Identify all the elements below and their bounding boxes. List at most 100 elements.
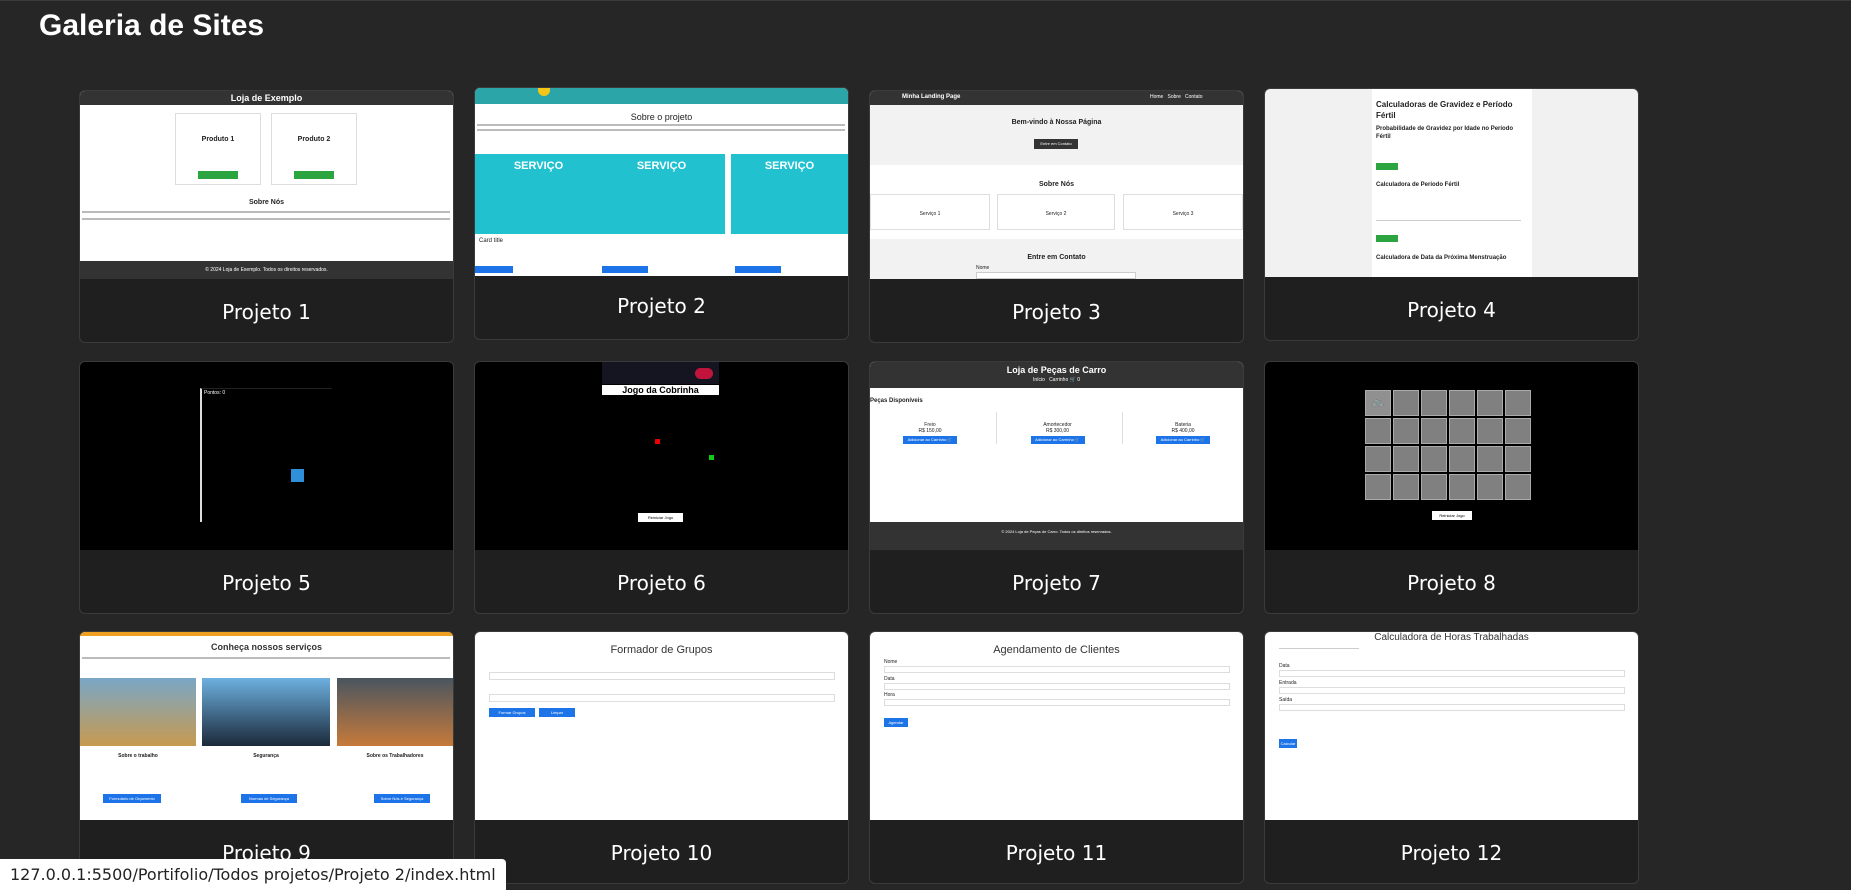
project-card-6[interactable]: Jogo da Cobrinha Reiniciar Jogo Projeto … <box>474 361 849 614</box>
thumb3-field: Nome <box>976 265 990 271</box>
project-card-3[interactable]: Minha Landing Page Home Sobre Contato Be… <box>869 90 1244 343</box>
thumb12-label-3: Saída <box>1279 697 1293 703</box>
memory-card <box>1365 474 1391 500</box>
project-card-12[interactable]: Calculadora de Horas Trabalhadas Data En… <box>1264 631 1639 884</box>
thumb2-tile-3: SERVIÇO <box>731 154 848 234</box>
project-title-8[interactable]: Projeto 8 <box>1265 550 1638 613</box>
thumb3-cta: Entre em Contato <box>1034 139 1078 149</box>
project-title-3[interactable]: Projeto 3 <box>870 279 1243 342</box>
memory-card <box>1505 390 1531 416</box>
thumb1-product-1: Produto 1 <box>201 136 235 143</box>
project-card-9[interactable]: Conheça nossos serviços Sobre o trabalho… <box>79 631 454 884</box>
project-card-11[interactable]: Agendamento de Clientes Nome Data Hora A… <box>869 631 1244 884</box>
memory-card <box>1421 446 1447 472</box>
thumb4-section-3: Calculadora de Data da Próxima Menstruaç… <box>1376 255 1507 261</box>
thumb7-add-1: Adicionar ao Carrinho 🛒 <box>903 436 957 444</box>
page-title: Galeria de Sites <box>39 9 265 42</box>
memory-card <box>1505 474 1531 500</box>
thumb7-heading: Peças Disponíveis <box>870 398 923 404</box>
project-title-5[interactable]: Projeto 5 <box>80 550 453 613</box>
thumb3-service-1: Serviço 1 <box>870 194 990 230</box>
project-title-1[interactable]: Projeto 1 <box>80 279 453 342</box>
memory-card <box>1477 390 1503 416</box>
project-thumbnail-12: Calculadora de Horas Trabalhadas Data En… <box>1265 632 1638 820</box>
top-border <box>0 0 1851 1</box>
project-title-7[interactable]: Projeto 7 <box>870 550 1243 613</box>
thumb12-label-2: Entrada <box>1279 680 1297 686</box>
thumb4-section-2: Calculadora de Período Fértil <box>1376 182 1460 188</box>
project-title-6[interactable]: Projeto 6 <box>475 550 848 613</box>
thumb9-item-1: Sobre o trabalho <box>118 753 158 759</box>
project-card-2[interactable]: Sobre o projeto SERVIÇO SERVIÇO SERVIÇO … <box>474 87 849 340</box>
project-card-10[interactable]: Formador de Grupos Formar Grupos Limpar … <box>474 631 849 884</box>
memory-card <box>1421 418 1447 444</box>
memory-card <box>1365 446 1391 472</box>
thumb11-label-1: Nome <box>884 659 898 665</box>
thumb7-title: Loja de Peças de Carro <box>1006 365 1107 375</box>
thumb6-title: Jogo da Cobrinha <box>602 385 719 395</box>
memory-card <box>1365 418 1391 444</box>
memory-grid: 🚲 <box>1365 390 1539 504</box>
memory-card <box>1421 390 1447 416</box>
project-thumbnail-7: Loja de Peças de Carro Início Carrinho 🛒… <box>870 362 1243 550</box>
thumb12-btn: Calcular <box>1279 739 1297 748</box>
thumb5-score: Pontos: 0 <box>204 390 226 396</box>
thumb3-service-3: Serviço 3 <box>1123 194 1243 230</box>
thumb1-title: Loja de Exemplo <box>230 93 303 103</box>
project-card-4[interactable]: Calculadoras de Gravidez e Período Férti… <box>1264 88 1639 341</box>
thumb1-product-2: Produto 2 <box>297 136 331 143</box>
thumb10-btn-2: Limpar <box>539 708 575 717</box>
thumb10-btn-1: Formar Grupos <box>489 708 535 717</box>
thumb8-button: Reiniciar Jogo <box>1432 511 1472 520</box>
thumb3-nav-about: Sobre <box>1167 94 1181 100</box>
thumb2-tile-2: SERVIÇO <box>598 154 725 234</box>
memory-card <box>1505 446 1531 472</box>
thumb6-button: Reiniciar Jogo <box>638 513 683 522</box>
thumb3-contact: Entre em Contato <box>1027 254 1086 261</box>
memory-card <box>1477 418 1503 444</box>
thumb11-title: Agendamento de Clientes <box>993 644 1120 656</box>
project-title-2[interactable]: Projeto 2 <box>475 273 848 336</box>
project-thumbnail-3: Minha Landing Page Home Sobre Contato Be… <box>870 91 1243 279</box>
thumb9-item-2: Segurança <box>253 753 279 759</box>
thumb10-title: Formador de Grupos <box>610 644 713 656</box>
project-card-5[interactable]: Pontos: 0 Projeto 5 <box>79 361 454 614</box>
thumb3-nav-contact: Contato <box>1185 94 1203 100</box>
project-thumbnail-4: Calculadoras de Gravidez e Período Férti… <box>1265 89 1638 277</box>
thumb12-title: Calculadora de Horas Trabalhadas <box>1374 632 1529 643</box>
memory-card <box>1393 446 1419 472</box>
project-card-7[interactable]: Loja de Peças de Carro Início Carrinho 🛒… <box>869 361 1244 614</box>
thumb9-item-3: Sobre os Trabalhadores <box>366 753 424 759</box>
thumb1-about: Sobre Nós <box>248 199 284 206</box>
project-title-10[interactable]: Projeto 10 <box>475 820 848 883</box>
thumb9-btn-3: Sobre Nós e Segurança <box>374 794 430 803</box>
thumb1-footer: © 2024 Loja de Exemplo. Todos os direito… <box>80 261 453 279</box>
thumb3-service-2: Serviço 2 <box>997 194 1115 230</box>
thumb9-title: Conheça nossos serviços <box>210 642 323 652</box>
thumb7-item-3-price: R$ 400,00 <box>1171 428 1195 434</box>
thumb11-label-3: Hora <box>884 692 895 698</box>
memory-card <box>1477 474 1503 500</box>
memory-card <box>1449 446 1475 472</box>
project-thumbnail-1: Loja de Exemplo Produto 1 Produto 2 Sobr… <box>80 91 453 279</box>
project-thumbnail-8: 🚲 Reiniciar Jogo <box>1265 362 1638 550</box>
thumb9-btn-1: Formulário de Orçamento <box>103 794 161 803</box>
project-title-4[interactable]: Projeto 4 <box>1265 277 1638 340</box>
project-title-12[interactable]: Projeto 12 <box>1265 820 1638 883</box>
thumb11-label-2: Data <box>884 676 895 682</box>
thumb2-title: Sobre o projeto <box>630 112 693 122</box>
project-thumbnail-9: Conheça nossos serviços Sobre o trabalho… <box>80 632 453 820</box>
thumb3-nav-home: Home <box>1150 94 1164 100</box>
memory-card <box>1421 474 1447 500</box>
project-title-11[interactable]: Projeto 11 <box>870 820 1243 883</box>
project-card-1[interactable]: Loja de Exemplo Produto 1 Produto 2 Sobr… <box>79 90 454 343</box>
project-thumbnail-6: Jogo da Cobrinha Reiniciar Jogo <box>475 362 848 550</box>
project-thumbnail-5: Pontos: 0 <box>80 362 453 550</box>
thumb9-btn-2: Normas de Segurança <box>241 794 297 803</box>
thumb4-section-1: Probabilidade de Gravidez por Idade no P… <box>1376 126 1514 140</box>
thumb7-footer: © 2024 Loja de Peças de Carro. Todos os … <box>870 522 1243 550</box>
memory-card <box>1449 390 1475 416</box>
project-card-8[interactable]: 🚲 Reiniciar Jogo Projeto 8 <box>1264 361 1639 614</box>
thumb12-label-1: Data <box>1279 663 1290 669</box>
project-thumbnail-11: Agendamento de Clientes Nome Data Hora A… <box>870 632 1243 820</box>
